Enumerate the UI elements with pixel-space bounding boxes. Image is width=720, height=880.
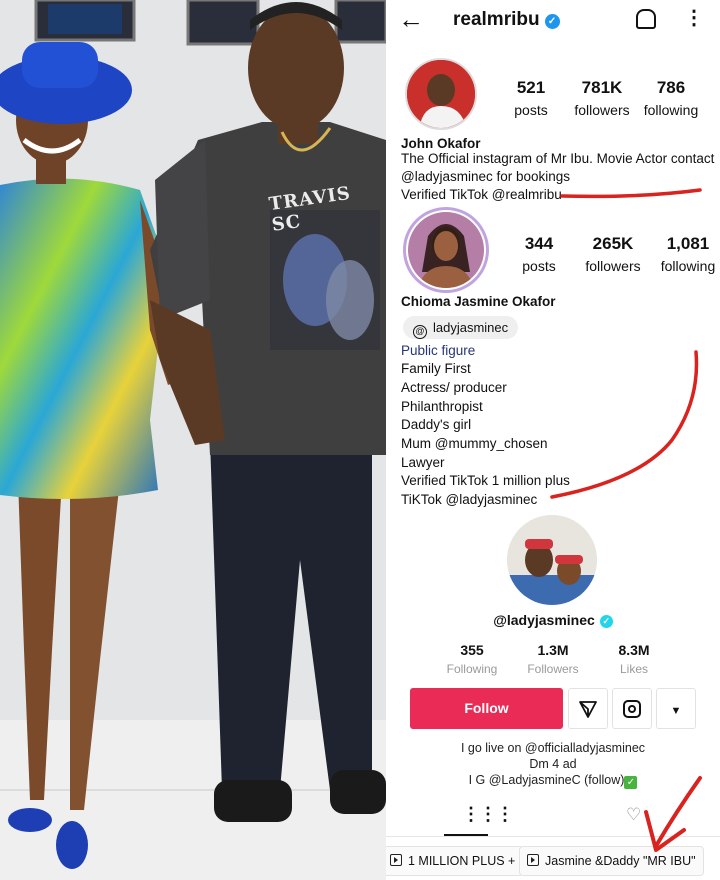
stat-value: 344 bbox=[524, 234, 554, 253]
caret-down-icon: ▼ bbox=[670, 705, 682, 717]
threads-handle: ladyjasminec bbox=[433, 320, 509, 335]
bio-line: TiKTok @ladyjasminec bbox=[401, 492, 538, 507]
tiktok-bio-text: I G @LadyjasmineC (follow) bbox=[468, 773, 625, 787]
playlist-chip[interactable]: Jasmine &Daddy "MR IBU" bbox=[519, 846, 704, 876]
playlist-label: Jasmine &Daddy "MR IBU" bbox=[545, 854, 696, 868]
following-stat-2[interactable]: 1,081 following bbox=[656, 234, 720, 274]
stat-value: 8.3M bbox=[618, 642, 650, 658]
stat-value: 786 bbox=[656, 78, 686, 97]
stat-value: 355 bbox=[460, 642, 484, 658]
stat-label: followers bbox=[585, 258, 641, 274]
stat-label: Following bbox=[446, 662, 498, 676]
notification-bell-icon[interactable] bbox=[636, 9, 656, 29]
content-tabs: ⋮⋮⋮ ♡ bbox=[386, 800, 720, 836]
posts-stat-2[interactable]: 344 posts bbox=[511, 234, 567, 274]
bio-line: Family First bbox=[401, 361, 471, 376]
back-arrow-icon[interactable]: ← bbox=[398, 6, 424, 32]
playlist-icon bbox=[527, 854, 539, 866]
follow-button[interactable]: Follow bbox=[410, 688, 563, 729]
avatar-image bbox=[407, 60, 475, 128]
stat-value: 521 bbox=[516, 78, 546, 97]
stat-label: following bbox=[643, 102, 699, 118]
stat-value: 265K bbox=[592, 234, 634, 253]
tiktok-bio-line: I go live on @officialladyjasminec bbox=[460, 741, 646, 755]
liked-tab-icon[interactable]: ♡ bbox=[626, 805, 641, 825]
bio-line: Daddy's girl bbox=[401, 417, 472, 432]
tiktok-bio-line: Dm 4 ad bbox=[529, 757, 577, 771]
instagram-icon bbox=[623, 700, 641, 719]
verified-badge-icon: ✓ bbox=[544, 14, 560, 29]
tiktok-bio-line: I G @LadyjasmineC (follow) ✓ bbox=[386, 773, 720, 789]
instagram-link-button[interactable] bbox=[612, 688, 652, 729]
bio-line: Lawyer bbox=[401, 455, 445, 470]
followers-stat-2[interactable]: 265K followers bbox=[582, 234, 644, 274]
more-dropdown-button[interactable]: ▼ bbox=[656, 688, 696, 729]
stat-label: followers bbox=[574, 102, 630, 118]
bio-line: Verified TikTok @realmribu bbox=[401, 187, 562, 202]
tiktok-username-text: @ladyjasminec bbox=[493, 612, 595, 628]
photo-panel: TRAVIS SC bbox=[0, 0, 386, 880]
stat-value: 781K bbox=[581, 78, 623, 97]
category-label: Public figure bbox=[401, 343, 476, 358]
posts-stat[interactable]: 521 posts bbox=[504, 78, 558, 118]
bio-line: Philanthropist bbox=[401, 399, 483, 414]
stat-label: posts bbox=[522, 258, 556, 274]
playlist-chip[interactable]: 1 MILLION PLUS + bbox=[386, 846, 524, 876]
stat-label: Followers bbox=[527, 662, 579, 676]
check-emoji-icon: ✓ bbox=[624, 776, 638, 789]
instagram-topbar: ← realmribu ✓ ⋮ bbox=[386, 0, 720, 40]
tiktok-avatar-image bbox=[507, 515, 597, 605]
bio-line: Actress/ producer bbox=[401, 380, 507, 395]
profile-name-2: Chioma Jasmine Okafor bbox=[401, 294, 556, 309]
playlist-label: 1 MILLION PLUS + bbox=[408, 854, 516, 868]
tiktok-likes-stat[interactable]: 8.3M Likes bbox=[594, 642, 674, 676]
tab-divider bbox=[386, 836, 720, 837]
tiktok-username: @ladyjasminec ✓ bbox=[386, 612, 720, 628]
profile-avatar[interactable] bbox=[405, 58, 477, 130]
stat-value: 1.3M bbox=[537, 642, 569, 658]
profiles-panel: ← realmribu ✓ ⋮ 521 posts 781K followers … bbox=[386, 0, 720, 880]
profile-avatar-2[interactable] bbox=[403, 207, 489, 293]
stat-label: Likes bbox=[619, 662, 648, 676]
send-icon bbox=[579, 701, 597, 719]
threads-badge[interactable]: @ ladyjasminec bbox=[403, 316, 519, 339]
tiktok-followers-stat[interactable]: 1.3M Followers bbox=[513, 642, 593, 676]
playlist-icon bbox=[390, 854, 402, 866]
bio-line: The Official instagram of Mr Ibu. Movie … bbox=[401, 151, 715, 166]
following-stat[interactable]: 786 following bbox=[641, 78, 701, 118]
followers-stat[interactable]: 781K followers bbox=[572, 78, 632, 118]
profile-username: realmribu ✓ bbox=[453, 9, 560, 31]
username-text: realmribu bbox=[453, 9, 540, 30]
tiktok-following-stat[interactable]: 355 Following bbox=[432, 642, 512, 676]
tiktok-avatar[interactable] bbox=[507, 515, 597, 605]
bio-line: @ladyjasminec for bookings bbox=[401, 169, 571, 184]
stat-value: 1,081 bbox=[666, 234, 710, 253]
stat-label: following bbox=[660, 258, 716, 274]
bio-line: Mum @mummy_chosen bbox=[401, 436, 548, 451]
stat-label: posts bbox=[514, 102, 548, 118]
send-message-button[interactable] bbox=[568, 688, 608, 729]
more-options-icon[interactable]: ⋮ bbox=[684, 8, 704, 28]
avatar-image-2 bbox=[408, 212, 484, 288]
photo-illustration bbox=[0, 0, 386, 880]
threads-icon: @ bbox=[413, 325, 427, 339]
videos-grid-tab-icon[interactable]: ⋮⋮⋮ bbox=[462, 804, 514, 825]
bio-line: Verified TikTok 1 million plus bbox=[401, 473, 570, 488]
tiktok-verified-icon: ✓ bbox=[599, 615, 613, 628]
